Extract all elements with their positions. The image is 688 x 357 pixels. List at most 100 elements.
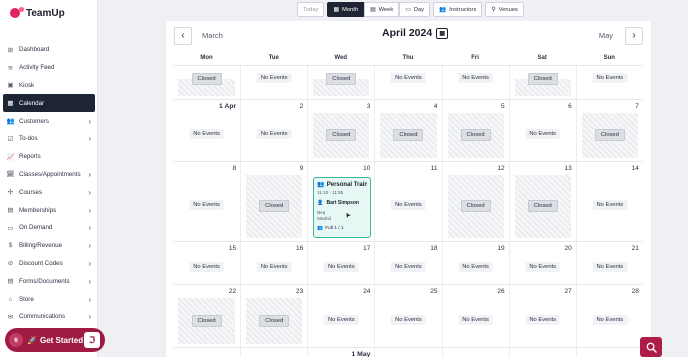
next-month-label[interactable]: May [599, 31, 613, 40]
day-cell[interactable]: No Events [374, 66, 441, 99]
venues-filter-button[interactable]: ⚲ Venues [485, 2, 524, 17]
day-cell[interactable]: 21 No Events [575, 242, 643, 284]
day-cell[interactable] [240, 348, 307, 357]
day-cell[interactable]: 18 No Events [374, 242, 441, 284]
day-cell[interactable]: 13 Closed [508, 162, 576, 241]
teamup-badge-icon[interactable]: ℑ [84, 332, 100, 348]
day-cell[interactable]: 19 No Events [441, 242, 509, 284]
day-cell[interactable]: 15 No Events [173, 242, 240, 284]
next-month-button[interactable]: › [625, 26, 643, 45]
teamup-logo[interactable]: TeamUp [10, 7, 65, 19]
day-cell[interactable]: Closed [508, 66, 576, 99]
sidebar-item-memberships[interactable]: ▤ Memberships › [3, 201, 95, 219]
day-cell[interactable]: 3 Closed [307, 100, 374, 161]
instructor-name: Bart Simpson [326, 200, 359, 206]
previous-month-label[interactable]: March [202, 31, 223, 40]
sidebar-item-discount-codes[interactable]: ⊘ Discount Codes › [3, 255, 95, 273]
sidebar-item-label: Memberships [19, 206, 57, 214]
sidebar-item-reports[interactable]: 📈 Reports [3, 148, 95, 166]
day-cell[interactable]: 8 No Events [173, 162, 240, 241]
today-button[interactable]: Today [297, 2, 325, 17]
sidebar-item-billing-revenue[interactable]: $ Billing/Revenue › [3, 237, 95, 255]
day-cell[interactable] [173, 348, 240, 357]
teamup-logo-icon [10, 7, 24, 19]
week-row: 15 No Events 16 No Events 17 No Events 18 No Ev… [173, 241, 643, 284]
sidebar-item-classes-appointments[interactable]: 🗓 Classes/Appointments › [3, 166, 95, 184]
day-cell[interactable]: 10👥Personal Training 111:10 - 11:55👤Bart… [307, 162, 374, 241]
day-cell[interactable]: 16 No Events [240, 242, 307, 284]
day-cell[interactable]: No Events [575, 66, 643, 99]
day-cell[interactable]: 24 No Events [307, 285, 374, 347]
courses-icon: ✣ [7, 189, 14, 197]
day-cell[interactable] [374, 348, 441, 357]
day-cell[interactable]: 9 Closed [240, 162, 307, 241]
instructors-filter-button[interactable]: 👥 Instructors [433, 2, 483, 17]
week-view-button[interactable]: ▤ Week [364, 2, 400, 17]
day-cell[interactable]: 25 No Events [374, 285, 441, 347]
sidebar-item-to-dos[interactable]: ☑ To-dos › [3, 130, 95, 148]
sidebar-item-forms-documents[interactable]: ▤ Forms/Documents › [3, 272, 95, 290]
day-cell[interactable]: 5 Closed [441, 100, 509, 161]
day-cell[interactable]: 12 Closed [441, 162, 509, 241]
day-cell[interactable]: Closed [307, 66, 374, 99]
day-cell[interactable]: 27 No Events [508, 285, 576, 347]
get-started-button[interactable]: 6 🚀 Get Started ℑ [5, 328, 105, 352]
kiosk-icon: ▣ [7, 82, 14, 90]
search-button[interactable] [640, 337, 662, 357]
sidebar-item-kiosk[interactable]: ▣ Kiosk [3, 77, 95, 95]
weekday-label: Sun [603, 55, 615, 61]
day-number: 17 [363, 245, 371, 252]
day-cell[interactable]: 22 Closed [173, 285, 240, 347]
month-view-button[interactable]: ▦ Month [327, 2, 365, 17]
day-cell[interactable]: 2 No Events [240, 100, 307, 161]
month-view-label: Month [341, 6, 359, 13]
day-cell[interactable]: 26 No Events [441, 285, 509, 347]
day-cell[interactable]: 23 Closed [240, 285, 307, 347]
group-icon: 👥 [317, 182, 325, 188]
sidebar-item-on-demand[interactable]: ▭ On Demand › [3, 219, 95, 237]
day-cell[interactable]: 11 No Events [374, 162, 441, 241]
sidebar-item-label: Billing/Revenue [19, 242, 62, 250]
day-view-button[interactable]: ▭ Day [399, 2, 431, 17]
activity-icon: ≋ [7, 64, 14, 72]
sidebar-item-courses[interactable]: ✣ Courses › [3, 183, 95, 201]
day-cell[interactable] [441, 348, 509, 357]
day-cell[interactable]: 14 No Events [575, 162, 643, 241]
date-picker-icon[interactable]: ▦ [436, 27, 449, 39]
event-card[interactable]: 👥Personal Training 111:10 - 11:55👤Bart S… [313, 177, 372, 238]
event-location: Beq Madrid [317, 210, 367, 222]
chevron-right-icon: › [88, 241, 91, 251]
day-cell[interactable]: 7 Closed [575, 100, 643, 161]
weekday-label: Mon [200, 55, 213, 61]
closed-badge: Closed [259, 314, 290, 327]
day-cell[interactable] [508, 348, 576, 357]
sidebar-item-customers[interactable]: 👥 Customers › [3, 112, 95, 130]
day-cell[interactable]: 28 No Events [575, 285, 643, 347]
day-cell[interactable]: 4 Closed [374, 100, 441, 161]
previous-month-button[interactable]: ‹ [174, 26, 192, 45]
day-number: 2 [299, 103, 304, 110]
event-title: 👥Personal Training 1 [317, 181, 367, 189]
day-cell[interactable]: 1 Apr No Events [173, 100, 240, 161]
day-cell[interactable]: 1 May [307, 348, 374, 357]
forms-icon: ▤ [7, 278, 14, 286]
day-number: 7 [635, 103, 639, 110]
no-events-label: No Events [391, 200, 426, 210]
day-number: 26 [497, 288, 505, 295]
sidebar-item-calendar[interactable]: ▦ Calendar [3, 94, 95, 113]
sidebar-item-communications[interactable]: ✉ Communications › [3, 308, 95, 326]
day-cell[interactable]: Closed [173, 66, 240, 99]
day-cell[interactable]: 17 No Events [307, 242, 374, 284]
venues-label: Venues [498, 6, 518, 13]
sidebar-item-activity-feed[interactable]: ≋ Activity Feed [3, 59, 95, 77]
day-cell[interactable]: No Events [240, 66, 307, 99]
day-cell[interactable]: 6 No Events [508, 100, 576, 161]
day-cell[interactable]: No Events [441, 66, 509, 99]
day-cell[interactable] [575, 348, 643, 357]
sidebar-item-store[interactable]: ⌂ Store › [3, 290, 95, 308]
day-cell[interactable]: 20 No Events [508, 242, 576, 284]
closed-badge: Closed [460, 200, 491, 212]
day-number: 20 [564, 245, 572, 252]
sidebar: TeamUp ⊞ Dashboard ≋ Activity Feed ▣ Kiosk ▦ Ca… [0, 0, 98, 357]
sidebar-item-dashboard[interactable]: ⊞ Dashboard [3, 41, 95, 59]
